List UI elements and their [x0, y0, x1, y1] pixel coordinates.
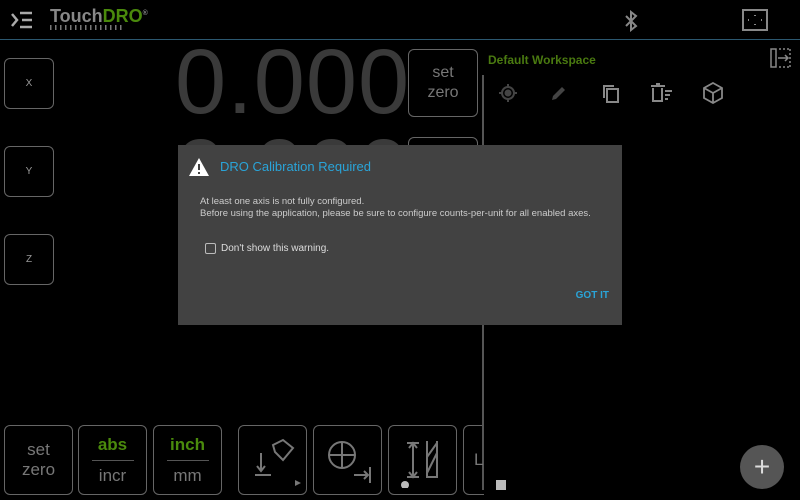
panel-exit-icon[interactable] — [770, 48, 792, 68]
dont-show-checkbox[interactable] — [205, 243, 216, 254]
dialog-title: DRO Calibration Required — [220, 159, 372, 174]
axis-x-button[interactable]: X — [4, 58, 54, 109]
tool-offset-button[interactable] — [238, 425, 307, 495]
touchdro-logo: TouchDRO® — [50, 6, 148, 26]
copy-icon[interactable] — [602, 84, 620, 104]
got-it-button[interactable]: GOT IT — [576, 290, 609, 301]
axis-label: Y — [25, 166, 33, 177]
abs-incr-toggle[interactable]: abs incr — [78, 425, 147, 495]
calibration-dialog: DRO Calibration Required At least one ax… — [178, 145, 622, 325]
panel-divider-lower — [482, 410, 484, 455]
axis-label: X — [25, 78, 33, 89]
cube-icon[interactable] — [702, 82, 724, 104]
tool-touch-off-icon — [254, 438, 301, 486]
menu-icon[interactable] — [10, 10, 34, 30]
target-icon[interactable] — [498, 83, 518, 103]
add-fab-button[interactable]: + — [740, 445, 784, 489]
logo-scale — [50, 25, 125, 30]
delete-list-icon[interactable] — [650, 83, 674, 103]
tool-length-button[interactable] — [388, 425, 457, 495]
pencil-icon[interactable] — [550, 84, 568, 102]
axis-y-button[interactable]: Y — [4, 146, 54, 197]
warning-icon — [188, 157, 210, 182]
end-mill-icon — [327, 440, 371, 483]
stop-icon[interactable] — [496, 480, 506, 490]
message-line-2: Before using the application, please be … — [200, 208, 591, 219]
fullscreen-icon[interactable] — [742, 9, 768, 31]
tool-length-icon — [400, 440, 438, 488]
dont-show-checkbox-row[interactable]: Don't show this warning. — [205, 243, 329, 254]
dialog-message: At least one axis is not fully configure… — [200, 196, 591, 220]
bluetooth-icon[interactable] — [623, 10, 639, 32]
set-zero-all-button[interactable]: set zero — [4, 425, 73, 495]
axis-z-button[interactable]: Z — [4, 234, 54, 285]
checkbox-label: Don't show this warning. — [221, 243, 330, 254]
workspace-title: Default Workspace — [488, 53, 596, 67]
set-zero-x-button[interactable]: set zero — [408, 49, 478, 117]
axis-label: Z — [25, 254, 33, 265]
edge-finder-button[interactable] — [313, 425, 382, 495]
inch-mm-toggle[interactable]: inch mm — [153, 425, 222, 495]
message-line-1: At least one axis is not fully configure… — [200, 196, 365, 207]
